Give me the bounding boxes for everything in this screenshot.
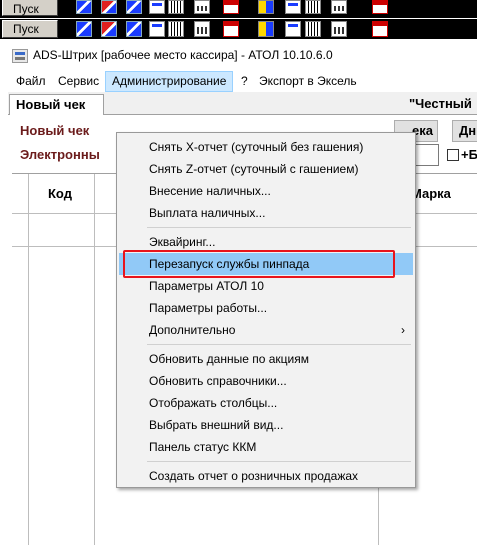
chevron-right-icon: › [401,323,405,337]
bonus-checkbox[interactable] [447,149,459,161]
yellow-app-icon[interactable] [258,0,274,14]
rdp-red-icon[interactable] [101,0,117,14]
menu-bar: Файл Сервис Администрирование ? Экспорт … [8,71,477,92]
yellow-app-icon[interactable] [258,21,274,37]
bonus-checkbox-label: +Б [461,147,477,162]
grid-col-divider [94,174,95,545]
menu-item-cash-out[interactable]: Выплата наличных... [119,202,413,224]
app-icon [12,49,28,63]
calculator-icon[interactable] [194,21,210,37]
window-title: ADS-Штрих [рабочее место кассира] - АТОЛ… [33,48,333,62]
menu-file[interactable]: Файл [10,71,52,92]
menu-item-cash-in[interactable]: Внесение наличных... [119,180,413,202]
menu-separator [147,227,411,228]
tabs-row: Новый чек "Честный [8,92,477,115]
menu-service[interactable]: Сервис [52,71,105,92]
menu-item-update-refs[interactable]: Обновить справочники... [119,370,413,392]
new-check-label: Новый чек [20,123,90,138]
grid-icon[interactable] [168,21,184,37]
menu-item-kkm-status[interactable]: Панель статус ККМ [119,436,413,458]
window-icon[interactable] [149,0,165,14]
menu-item-show-columns[interactable]: Отображать столбцы... [119,392,413,414]
calendar-icon[interactable] [223,21,239,37]
start-button-2[interactable]: Пуск [2,20,58,38]
calculator-icon[interactable] [194,0,210,14]
grid-icon[interactable] [168,0,184,14]
menu-item-additional[interactable]: Дополнительно › [119,319,413,341]
menu-item-update-promos[interactable]: Обновить данные по акциям [119,348,413,370]
calendar-icon[interactable] [372,21,388,37]
menu-separator [147,461,411,462]
menu-separator [147,344,411,345]
menu-item-additional-label: Дополнительно [149,323,236,337]
administration-dropdown: Снять X-отчет (суточный без гашения) Сня… [116,132,416,488]
calendar-icon[interactable] [223,0,239,14]
taskbar-top: Пуск [0,0,477,18]
calendar-icon[interactable] [372,0,388,14]
window-icon[interactable] [285,0,301,14]
taskbar-second: Пуск [0,19,477,39]
annotation-highlight-box [123,250,395,278]
rdp-icon[interactable] [126,0,142,14]
calculator-icon[interactable] [331,0,347,14]
window-icon[interactable] [149,21,165,37]
calculator-icon[interactable] [331,21,347,37]
menu-item-x-report[interactable]: Снять X-отчет (суточный без гашения) [119,136,413,158]
col-header-mark[interactable]: Марка [411,186,451,201]
app-window: ADS-Штрих [рабочее место кассира] - АТОЛ… [8,41,477,545]
electronic-label: Электронны [20,147,100,162]
title-bar[interactable]: ADS-Штрих [рабочее место кассира] - АТОЛ… [8,41,477,71]
menu-item-z-report[interactable]: Снять Z-отчет (суточный с гашением) [119,158,413,180]
grid-icon[interactable] [305,21,321,37]
rdp-icon[interactable] [76,21,92,37]
grid-col-divider [28,174,29,545]
window-icon[interactable] [285,21,301,37]
menu-item-atol-params[interactable]: Параметры АТОЛ 10 [119,275,413,297]
rdp-icon[interactable] [76,0,92,14]
rdp-icon[interactable] [126,21,142,37]
dn-button[interactable]: Дн [452,120,477,142]
menu-item-work-params[interactable]: Параметры работы... [119,297,413,319]
menu-help[interactable]: ? [235,71,254,92]
rdp-red-icon[interactable] [101,21,117,37]
col-header-code[interactable]: Код [48,186,72,201]
tab-new-check[interactable]: Новый чек [9,94,104,115]
tab-honest-sign[interactable]: "Честный [409,94,472,115]
menu-administration[interactable]: Администрирование [105,71,234,92]
menu-export-excel[interactable]: Экспорт в Эксель [253,71,363,92]
menu-item-retail-report[interactable]: Создать отчет о розничных продажах [119,465,413,487]
start-button-1[interactable]: Пуск [2,0,58,16]
menu-item-choose-theme[interactable]: Выбрать внешний вид... [119,414,413,436]
grid-icon[interactable] [305,0,321,14]
